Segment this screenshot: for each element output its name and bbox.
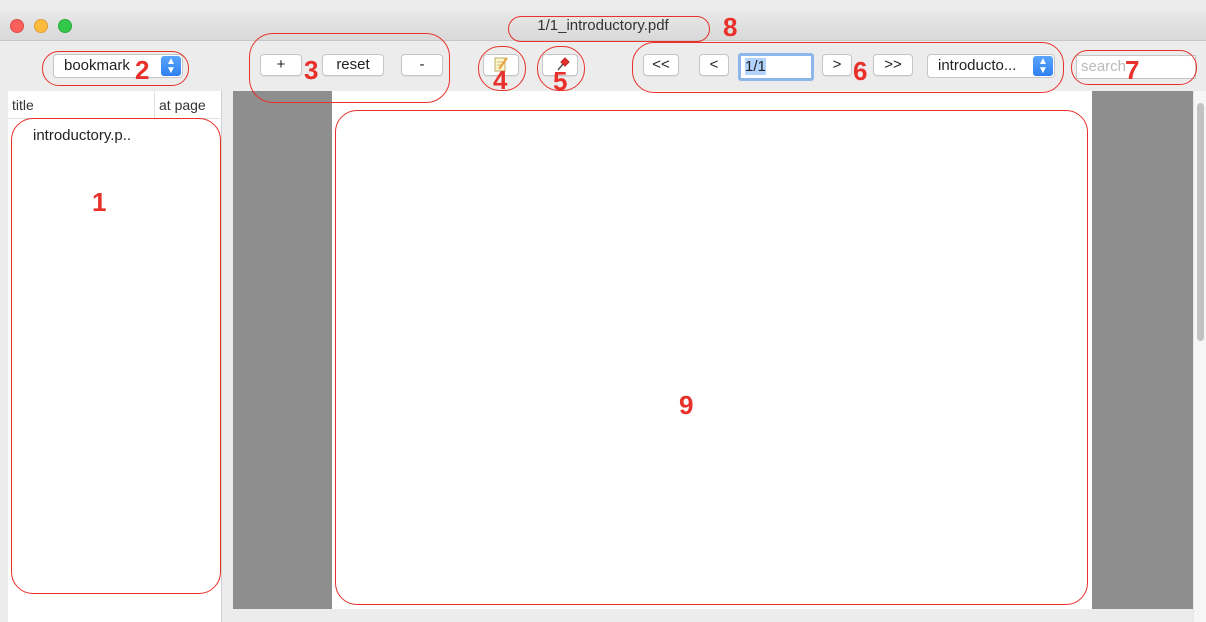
app-window: 1/1_introductory.pdf bookmark ▲ ▼ + reset… (0, 0, 1206, 622)
annotation-label-7: 7 (1125, 55, 1140, 85)
viewer-bottom-edge (233, 609, 1206, 622)
bookmark-table-header: title at page (8, 91, 222, 119)
annotation-label-8: 8 (723, 12, 738, 42)
annotation-label-4: 4 (493, 65, 508, 95)
annotation-outline-3 (249, 33, 450, 103)
annotation-outline-2 (42, 51, 189, 86)
annotation-outline-1 (11, 118, 221, 594)
column-header-at-page[interactable]: at page (154, 91, 222, 119)
annotation-outline-8 (508, 16, 710, 42)
annotation-outline-6 (632, 42, 1064, 93)
column-header-title[interactable]: title (12, 97, 34, 113)
annotation-label-5: 5 (553, 66, 568, 96)
annotation-label-2: 2 (135, 55, 150, 85)
annotation-label-1: 1 (92, 187, 107, 217)
annotation-label-3: 3 (304, 55, 319, 85)
scrollbar-thumb[interactable] (1197, 103, 1204, 341)
annotation-label-9: 9 (679, 390, 694, 420)
annotation-label-6: 6 (853, 56, 868, 86)
annotation-outline-9 (335, 110, 1088, 605)
vertical-scrollbar[interactable] (1193, 91, 1206, 622)
